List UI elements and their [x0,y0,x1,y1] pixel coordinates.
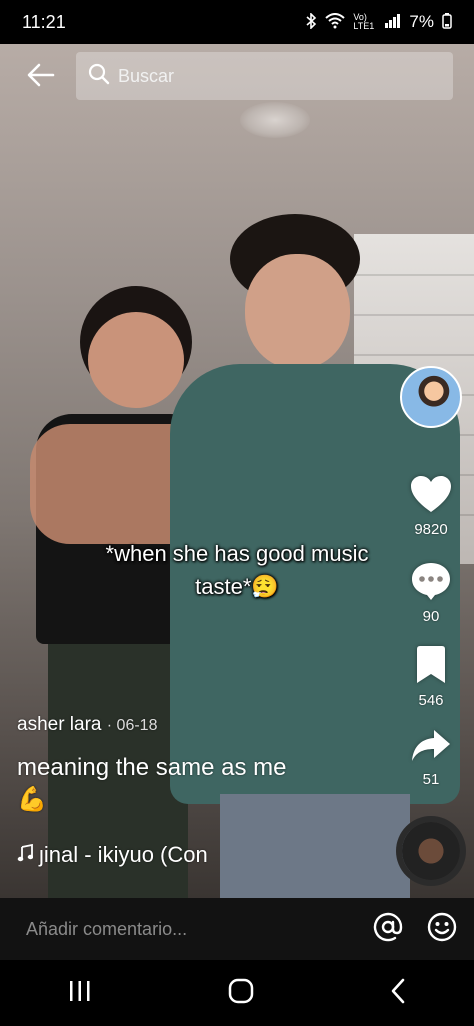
network-label: Vo) LTE1 [353,12,375,31]
post-description-emoji: 💪 [17,786,47,813]
battery-percent: 7% [409,12,434,31]
back-arrow-icon [27,63,55,92]
mention-button[interactable] [366,907,410,951]
post-author-line: asher lara · 06-18 [17,714,157,736]
signal-icon [385,13,401,31]
home-button[interactable] [228,978,254,1009]
bluetooth-icon [305,11,317,32]
music-track[interactable]: ȷinal - ikiyuo (Con [17,842,208,868]
save-count: 546 [418,692,444,709]
search-placeholder: Buscar [118,65,175,86]
system-nav-bar [0,960,474,1026]
comment-icon [410,563,452,605]
emoji-icon [427,912,457,947]
post-description-text: meaning the same as me [17,754,287,781]
status-icons: Vo) LTE1 7% [305,11,452,32]
like-button[interactable]: 9820 [400,474,462,538]
bookmark-icon [414,646,448,689]
comment-input[interactable]: Añadir comentario... [26,919,366,940]
comment-button[interactable]: 90 [400,561,462,625]
emoji-button[interactable] [420,907,464,951]
search-input[interactable]: Buscar [76,52,453,100]
music-note-icon [17,842,34,868]
status-bar: 11:21 Vo) LTE1 7% [0,0,474,44]
comment-bar: Añadir comentario... [0,898,474,960]
recent-apps-button[interactable] [67,979,93,1008]
author-name[interactable]: asher lara [17,714,102,735]
search-icon [88,63,110,90]
system-back-button[interactable] [389,978,407,1009]
post-description[interactable]: meaning the same as me 💪 [17,752,377,816]
share-button[interactable]: 51 [400,728,462,788]
back-button[interactable] [24,60,58,94]
heart-icon [409,476,453,518]
scene-ceiling-light [240,102,310,138]
wifi-icon [325,12,346,32]
creator-avatar[interactable] [400,366,462,428]
save-button[interactable]: 546 [400,645,462,709]
music-disc[interactable] [402,822,460,880]
share-count: 51 [422,771,440,788]
comment-count: 90 [422,608,440,625]
share-icon [410,730,452,768]
at-icon [373,912,403,947]
status-time: 11:21 [22,11,66,32]
music-track-title: ȷinal - ikiyuo (Con [39,842,208,867]
post-date: · 06-18 [106,717,158,734]
battery-icon [442,12,452,32]
like-count: 9820 [414,521,448,538]
